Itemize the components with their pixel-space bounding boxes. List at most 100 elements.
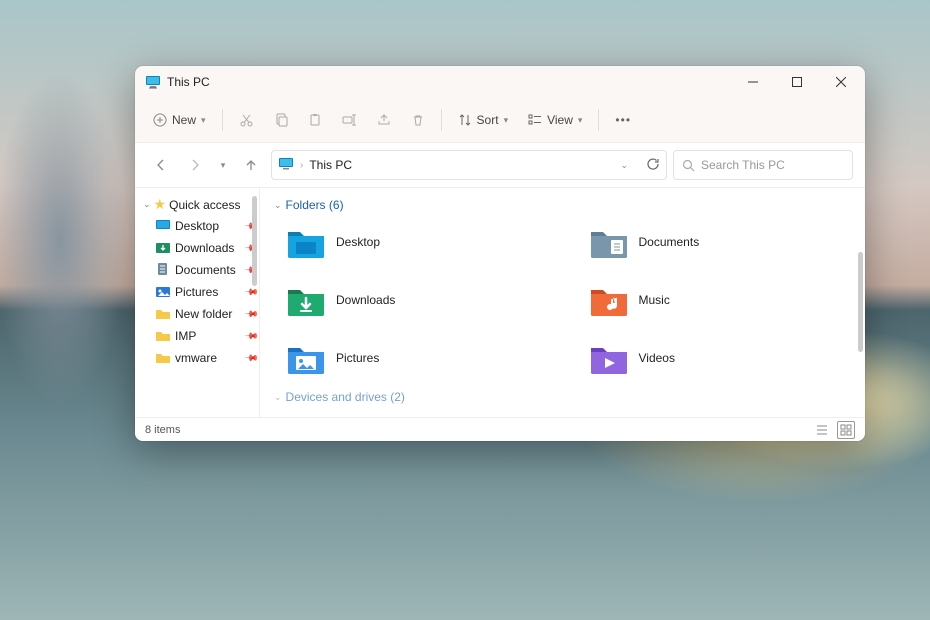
cut-button[interactable] [231,104,262,136]
separator [598,109,599,131]
sidebar-item-label: New folder [175,307,232,321]
content-area: ⌄ Folders (6) Desktop Documents Download… [260,188,865,417]
toolbar: New ▾ Sort ▾ View ▾ ••• [135,98,865,142]
copy-button[interactable] [266,104,296,136]
folder-desktop[interactable]: Desktop [286,220,549,264]
documents-icon [155,262,171,278]
arrow-left-icon [154,158,168,172]
downloads-folder-icon [286,282,326,318]
chevron-down-icon: ▾ [201,115,206,126]
icons-view-button[interactable] [837,421,855,439]
star-icon: ★ [154,196,167,213]
view-label: View [547,113,573,127]
separator [441,109,442,131]
search-placeholder: Search This PC [701,158,785,172]
this-pc-icon [278,156,294,175]
folder-downloads[interactable]: Downloads [286,278,549,322]
up-button[interactable] [237,151,265,179]
this-pc-icon [145,74,161,90]
maximize-button[interactable] [775,66,819,98]
address-bar[interactable]: › This PC ⌄ [271,150,667,180]
forward-button[interactable] [181,151,209,179]
rename-button[interactable] [334,104,365,136]
documents-folder-icon [589,224,629,260]
pin-icon: 📌 [244,306,260,322]
chevron-down-icon: ▾ [221,160,226,171]
folders-group-header[interactable]: ⌄ Folders (6) [274,196,851,220]
sort-button[interactable]: Sort ▾ [450,104,517,136]
status-bar: 8 items [135,417,865,441]
sidebar-item-desktop[interactable]: Desktop 📌 [141,215,259,237]
new-button[interactable]: New ▾ [145,104,214,136]
content-scrollbar[interactable] [858,252,863,352]
refresh-icon [646,157,660,171]
devices-group-header[interactable]: ⌄ Devices and drives (2) [274,380,851,404]
chevron-down-icon: ⌄ [274,392,282,403]
sidebar-item-label: vmware [175,351,217,365]
folder-pictures[interactable]: Pictures [286,336,549,380]
navigation-row: ▾ › This PC ⌄ Search This PC [135,142,865,188]
folder-icon [155,306,171,322]
sidebar-item-vmware[interactable]: vmware 📌 [141,347,259,369]
paste-button[interactable] [300,104,330,136]
sidebar-item-downloads[interactable]: Downloads 📌 [141,237,259,259]
quick-access-header[interactable]: ⌄ ★ Quick access [141,194,259,215]
trash-icon [411,113,425,127]
downloads-icon [155,240,171,256]
recent-button[interactable]: ▾ [215,151,231,179]
new-label: New [172,113,196,127]
pin-icon: 📌 [244,350,260,366]
file-explorer-window: This PC New ▾ Sort ▾ View ▾ [135,66,865,441]
arrow-up-icon [244,158,258,172]
videos-folder-icon [589,340,629,376]
pictures-icon [155,284,171,300]
sidebar: ⌄ ★ Quick access Desktop 📌 Downloads 📌 D… [135,188,260,417]
pin-icon: 📌 [244,328,260,344]
desktop-folder-icon [286,224,326,260]
folder-label: Videos [639,351,675,365]
sidebar-item-documents[interactable]: Documents 📌 [141,259,259,281]
minimize-button[interactable] [731,66,775,98]
separator [222,109,223,131]
folders-header-label: Folders (6) [286,198,344,212]
chevron-down-icon[interactable]: ⌄ [620,160,628,171]
search-icon [682,159,695,172]
ellipsis-icon: ••• [615,113,631,127]
sidebar-item-imp[interactable]: IMP 📌 [141,325,259,347]
item-count: 8 items [145,424,180,436]
sidebar-item-pictures[interactable]: Pictures 📌 [141,281,259,303]
sidebar-item-new-folder[interactable]: New folder 📌 [141,303,259,325]
chevron-down-icon: ▾ [578,115,583,126]
share-button[interactable] [369,104,399,136]
folder-label: Documents [639,235,700,249]
delete-button[interactable] [403,104,433,136]
folder-documents[interactable]: Documents [589,220,852,264]
folder-label: Music [639,293,670,307]
refresh-button[interactable] [646,157,660,174]
sidebar-scrollbar[interactable] [252,196,257,286]
breadcrumb[interactable]: This PC [309,158,352,172]
paste-icon [308,113,322,127]
more-button[interactable]: ••• [607,104,639,136]
search-box[interactable]: Search This PC [673,150,853,180]
details-view-button[interactable] [813,421,831,439]
back-button[interactable] [147,151,175,179]
folder-label: Desktop [336,235,380,249]
folder-icon [155,328,171,344]
desktop-icon [155,218,171,234]
sidebar-item-label: Downloads [175,241,234,255]
window-title: This PC [167,75,210,89]
chevron-right-icon: › [300,160,303,171]
share-icon [377,113,391,127]
close-button[interactable] [819,66,863,98]
titlebar[interactable]: This PC [135,66,865,98]
sidebar-item-label: IMP [175,329,196,343]
folder-music[interactable]: Music [589,278,852,322]
view-button[interactable]: View ▾ [520,104,590,136]
sort-icon [458,113,472,127]
plus-circle-icon [153,113,167,127]
sidebar-item-label: Desktop [175,219,219,233]
folder-videos[interactable]: Videos [589,336,852,380]
sidebar-item-label: Pictures [175,285,218,299]
chevron-down-icon: ▾ [504,115,509,126]
